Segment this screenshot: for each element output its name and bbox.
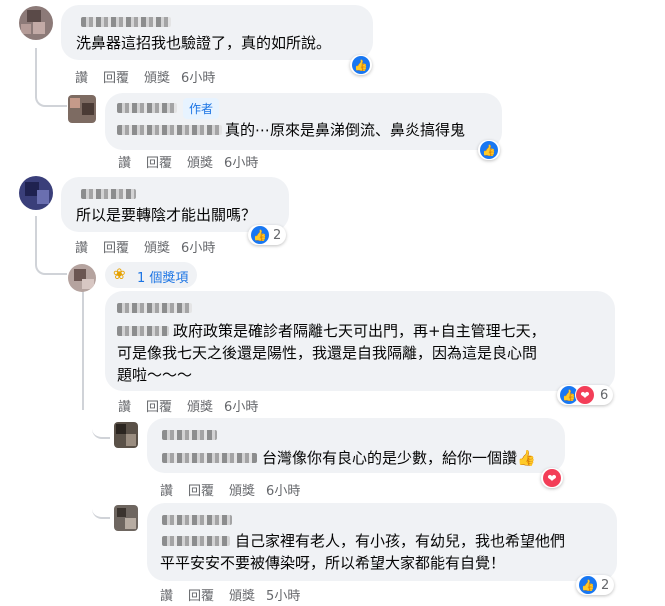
thread-line bbox=[35, 216, 37, 264]
comment-actions: 讚回覆 頒獎 6小時 bbox=[118, 396, 273, 415]
award-button[interactable]: 頒獎 bbox=[187, 400, 213, 415]
thread-elbow bbox=[92, 425, 110, 439]
comment-text: 台灣像你有良心的是少數，給你一個讚👍 bbox=[262, 447, 536, 469]
award-button[interactable]: 頒獎 bbox=[229, 589, 255, 604]
comment-bubble: 洗鼻器這招我也驗證了，真的如所說。 bbox=[61, 5, 373, 60]
comment-text: 洗鼻器這招我也驗證了，真的如所說。 bbox=[76, 34, 332, 52]
avatar[interactable] bbox=[19, 176, 53, 210]
comment-text-line: 題啦～～～ bbox=[117, 366, 193, 384]
timestamp[interactable]: 6小時 bbox=[224, 400, 258, 415]
like-icon: 👍 bbox=[352, 56, 370, 74]
timestamp[interactable]: 6小時 bbox=[266, 484, 300, 499]
mention-name[interactable] bbox=[117, 326, 169, 336]
reply-button[interactable]: 回覆 bbox=[103, 71, 129, 86]
reply-button[interactable]: 回覆 bbox=[188, 484, 214, 499]
author-name[interactable] bbox=[162, 515, 232, 525]
comment-text-line: 可是像我七天之後還是陽性，我還是自我隔離，因為這是良心問 bbox=[117, 344, 538, 362]
avatar[interactable] bbox=[114, 505, 138, 531]
comment-actions: 讚回覆 頒獎 6小時 bbox=[118, 152, 273, 171]
reply-button[interactable]: 回覆 bbox=[188, 589, 214, 604]
avatar[interactable] bbox=[68, 95, 96, 123]
comment-text-line: 平平安安不要被傳染呀，所以希望大家都能有自覺！ bbox=[160, 554, 506, 572]
avatar[interactable] bbox=[19, 6, 53, 40]
comment-bubble: 台灣像你有良心的是少數，給你一個讚👍 bbox=[147, 418, 565, 473]
like-button[interactable]: 讚 bbox=[160, 484, 173, 499]
reaction-summary[interactable]: ❤ bbox=[541, 468, 563, 488]
thumbs-up-emoji: 👍 bbox=[517, 449, 536, 467]
thread-elbow bbox=[35, 258, 67, 275]
award-button[interactable]: 頒獎 bbox=[144, 71, 170, 86]
mention-name[interactable] bbox=[117, 125, 222, 135]
like-button[interactable]: 讚 bbox=[118, 156, 131, 171]
reaction-count: 2 bbox=[273, 227, 282, 243]
comment-bubble: 自己家裡有老人，有小孩，有幼兒，我也希望他們 平平安安不要被傳染呀，所以希望大家… bbox=[147, 503, 617, 581]
award-label: 1 個獎項 bbox=[137, 271, 189, 286]
reaction-summary[interactable]: 👍 2 bbox=[248, 225, 287, 245]
like-button[interactable]: 讚 bbox=[118, 400, 131, 415]
mention-name[interactable] bbox=[162, 536, 230, 546]
timestamp[interactable]: 5小時 bbox=[266, 589, 300, 604]
mention-name[interactable] bbox=[162, 453, 257, 463]
award-button[interactable]: 頒獎 bbox=[144, 241, 170, 256]
award-pill[interactable]: ❀ 1 個獎項 bbox=[105, 262, 197, 288]
author-name[interactable] bbox=[81, 189, 136, 199]
reaction-summary[interactable]: 👍 bbox=[478, 140, 500, 160]
avatar[interactable] bbox=[114, 422, 138, 448]
comment-actions: 讚回覆 頒獎 6小時 bbox=[160, 480, 315, 499]
comment-text: 所以是要轉陰才能出關嗎？ bbox=[76, 206, 257, 224]
award-button[interactable]: 頒獎 bbox=[187, 156, 213, 171]
like-icon: 👍 bbox=[480, 141, 498, 159]
comment-actions: 讚回覆 頒獎 5小時 bbox=[160, 585, 315, 604]
author-name[interactable] bbox=[162, 430, 217, 440]
thread-line bbox=[82, 290, 84, 410]
comment-text: 真的⋯原來是鼻涕倒流、鼻炎搞得鬼 bbox=[225, 121, 466, 139]
award-icon: ❀ bbox=[113, 265, 126, 283]
comment-actions: 讚回覆 頒獎 6小時 bbox=[75, 67, 230, 86]
comment-text-line: 自己家裡有老人，有小孩，有幼兒，我也希望他們 bbox=[235, 532, 566, 550]
comment-bubble: 政府政策是確診者隔離七天可出門，再+自主管理七天， 可是像我七天之後還是陽性，我… bbox=[105, 291, 615, 391]
reply-button[interactable]: 回覆 bbox=[146, 156, 172, 171]
like-button[interactable]: 讚 bbox=[75, 71, 88, 86]
reaction-count: 2 bbox=[601, 577, 610, 593]
thread-elbow bbox=[35, 90, 67, 107]
comment-text-body: 台灣像你有良心的是少數，給你一個讚 bbox=[262, 449, 518, 467]
reaction-summary[interactable]: 👍 bbox=[350, 55, 372, 75]
timestamp[interactable]: 6小時 bbox=[181, 241, 215, 256]
like-icon: 👍 bbox=[251, 226, 269, 244]
comment-bubble: 作者 真的⋯原來是鼻涕倒流、鼻炎搞得鬼 bbox=[105, 93, 502, 150]
like-button[interactable]: 讚 bbox=[160, 589, 173, 604]
timestamp[interactable]: 6小時 bbox=[224, 156, 258, 171]
comment-bubble: 所以是要轉陰才能出關嗎？ bbox=[61, 177, 289, 232]
like-icon: 👍 bbox=[579, 576, 597, 594]
reaction-count: 6 bbox=[600, 387, 609, 403]
love-icon: ❤ bbox=[543, 469, 561, 487]
avatar[interactable] bbox=[68, 264, 96, 292]
comment-text-line: 政府政策是確診者隔離七天可出門，再+自主管理七天， bbox=[173, 322, 546, 340]
award-button[interactable]: 頒獎 bbox=[229, 484, 255, 499]
author-name[interactable] bbox=[81, 17, 171, 27]
author-name[interactable] bbox=[117, 303, 192, 313]
love-icon: ❤ bbox=[575, 385, 595, 405]
reply-button[interactable]: 回覆 bbox=[103, 241, 129, 256]
author-name[interactable] bbox=[117, 103, 177, 113]
author-badge: 作者 bbox=[183, 98, 220, 119]
timestamp[interactable]: 6小時 bbox=[181, 71, 215, 86]
reaction-summary[interactable]: 👍 ❤ 6 bbox=[557, 385, 614, 405]
reaction-summary[interactable]: 👍 2 bbox=[576, 575, 615, 595]
reply-button[interactable]: 回覆 bbox=[146, 400, 172, 415]
comment-actions: 讚回覆 頒獎 6小時 bbox=[75, 237, 230, 256]
like-button[interactable]: 讚 bbox=[75, 241, 88, 256]
thread-elbow bbox=[92, 505, 110, 519]
